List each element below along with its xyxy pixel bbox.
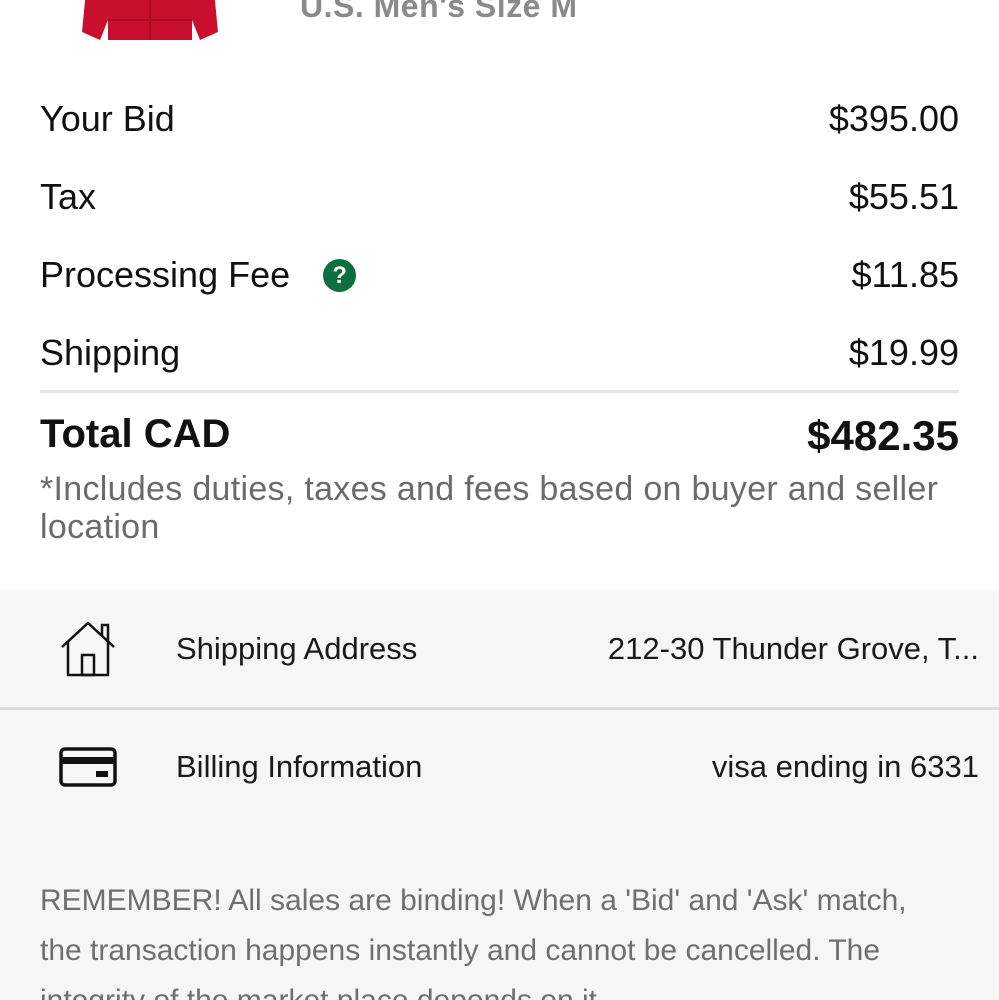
- tax-value: $55.51: [848, 176, 959, 217]
- processing-fee-value: $11.85: [851, 254, 959, 295]
- processing-fee-label: Processing Fee: [40, 254, 291, 295]
- shipping-row: Shipping $19.99: [40, 328, 959, 378]
- processing-fee-label-wrap: Processing Fee ?: [40, 254, 357, 296]
- total-row: Total CAD $482.35: [40, 412, 959, 460]
- shipping-address-label: Shipping Address: [176, 630, 418, 666]
- shipping-label: Shipping: [40, 332, 181, 373]
- bid-value: $395.00: [828, 98, 959, 139]
- shipping-address-row[interactable]: Shipping Address 212-30 Thunder Grove, T…: [0, 590, 999, 707]
- total-label: Total CAD: [40, 412, 231, 456]
- processing-fee-row: Processing Fee ? $11.85: [40, 250, 959, 300]
- shipping-address-value: 212-30 Thunder Grove, T...: [607, 630, 979, 666]
- credit-card-icon: [59, 746, 117, 787]
- summary-divider: [40, 390, 959, 393]
- product-size: U.S. Men's Size M: [300, 0, 578, 24]
- home-icon: [61, 621, 115, 676]
- checkout-info-section: Shipping Address 212-30 Thunder Grove, T…: [0, 590, 999, 1000]
- billing-information-value: visa ending in 6331: [711, 748, 979, 784]
- tax-label: Tax: [40, 176, 97, 217]
- billing-information-row[interactable]: Billing Information visa ending in 6331: [0, 708, 999, 825]
- bid-row: Your Bid $395.00: [40, 94, 959, 144]
- red-hoodie-thumbnail-icon: [82, 0, 218, 40]
- product-image: [80, 0, 220, 42]
- question-icon[interactable]: ?: [323, 258, 357, 292]
- fees-footnote: *Includes duties, taxes and fees based o…: [40, 470, 939, 546]
- billing-information-label: Billing Information: [176, 748, 423, 784]
- binding-sales-reminder: REMEMBER! All sales are binding! When a …: [40, 884, 907, 1000]
- total-value: $482.35: [807, 412, 959, 459]
- bid-review-page: U.S. Men's Size M Your Bid $395.00 Tax $…: [0, 0, 999, 1000]
- bid-label: Your Bid: [40, 98, 175, 139]
- shipping-value: $19.99: [848, 332, 959, 373]
- tax-row: Tax $55.51: [40, 172, 959, 222]
